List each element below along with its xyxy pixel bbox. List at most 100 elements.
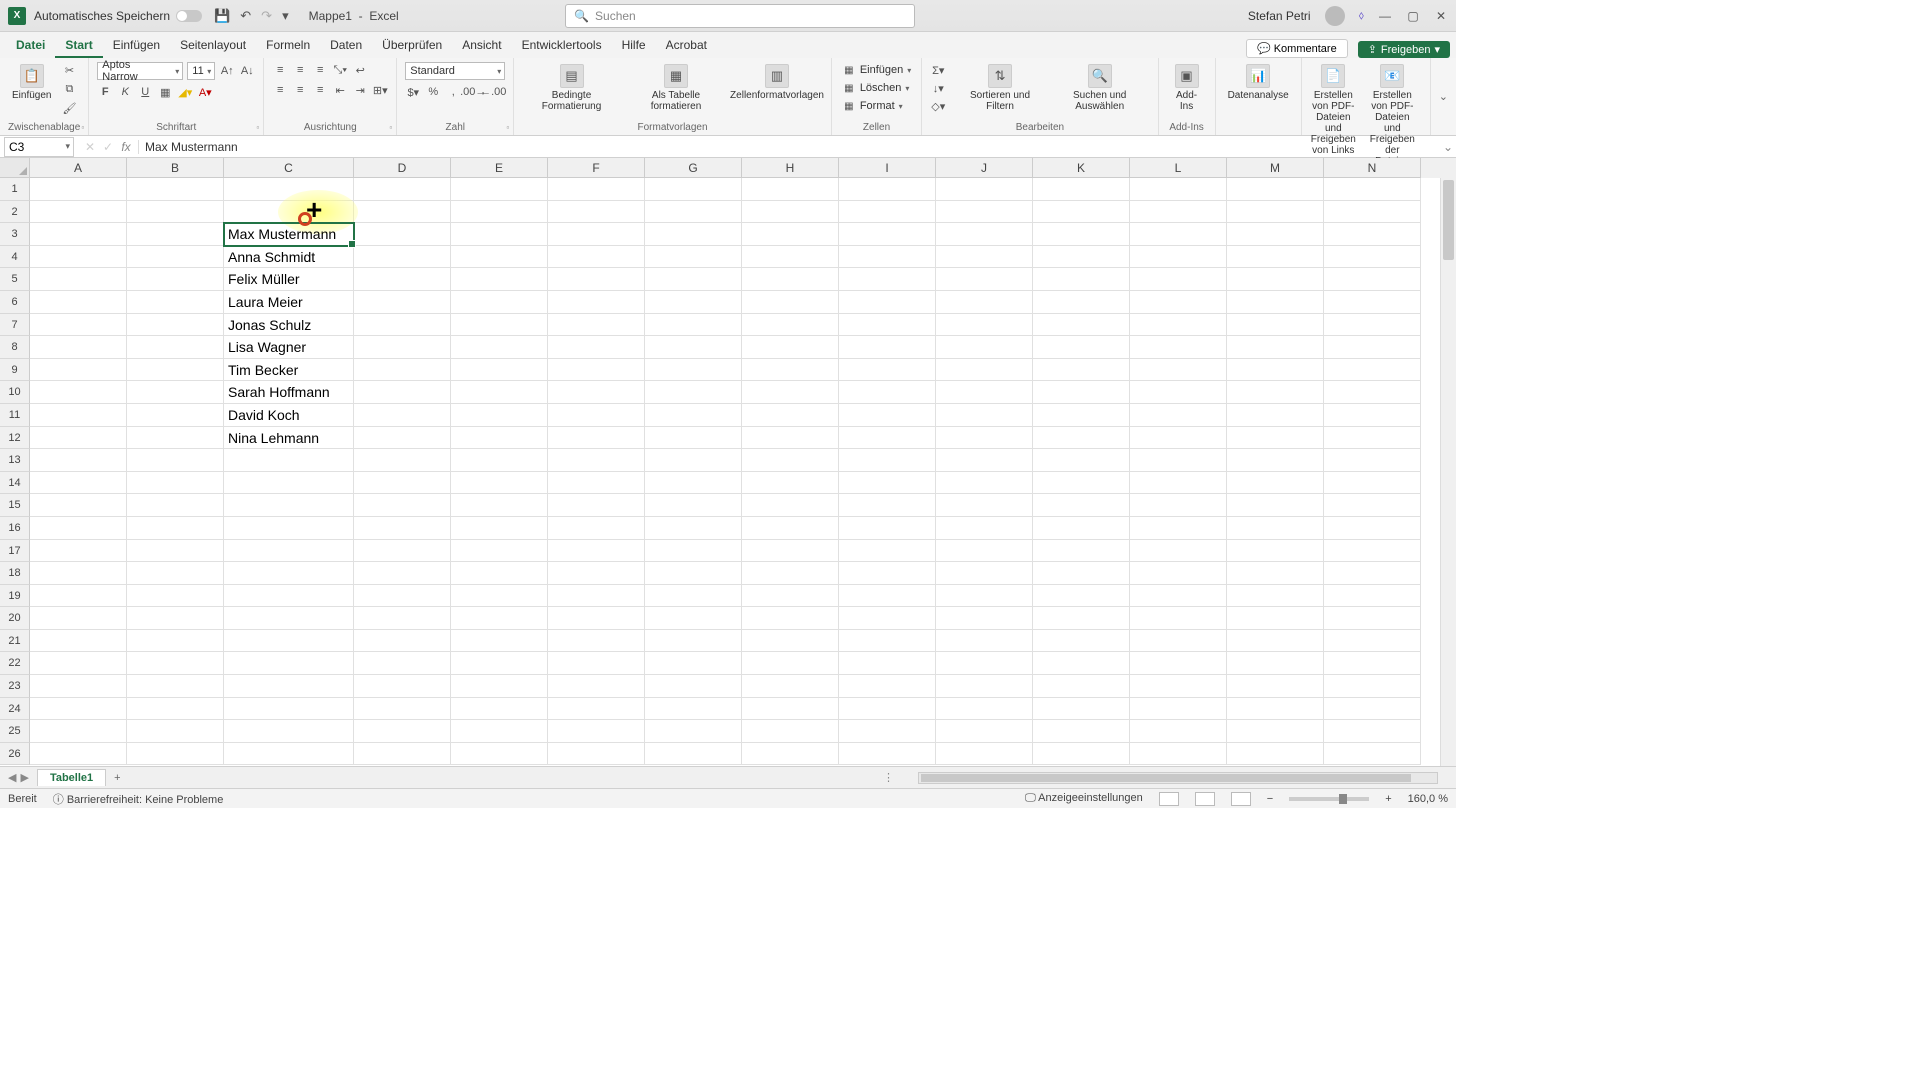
horizontal-scrollbar[interactable] [918, 772, 1438, 784]
cell-B24[interactable] [127, 698, 224, 721]
cell-J20[interactable] [936, 607, 1033, 630]
row-header-17[interactable]: 17 [0, 540, 30, 563]
cell-F6[interactable] [548, 291, 645, 314]
cell-C14[interactable] [224, 472, 354, 495]
cell-I8[interactable] [839, 336, 936, 359]
cell-H13[interactable] [742, 449, 839, 472]
cell-H4[interactable] [742, 246, 839, 269]
cell-M12[interactable] [1227, 427, 1324, 450]
cell-M18[interactable] [1227, 562, 1324, 585]
cell-E10[interactable] [451, 381, 548, 404]
increase-indent-icon[interactable]: ⇥ [352, 82, 368, 98]
minimize-button[interactable]: — [1378, 9, 1392, 23]
cell-B13[interactable] [127, 449, 224, 472]
cell-L25[interactable] [1130, 720, 1227, 743]
cell-H17[interactable] [742, 540, 839, 563]
cell-H14[interactable] [742, 472, 839, 495]
cell-N2[interactable] [1324, 201, 1421, 224]
cell-F26[interactable] [548, 743, 645, 766]
cell-F20[interactable] [548, 607, 645, 630]
cell-H12[interactable] [742, 427, 839, 450]
cell-G21[interactable] [645, 630, 742, 653]
cell-L16[interactable] [1130, 517, 1227, 540]
cell-F12[interactable] [548, 427, 645, 450]
cell-A13[interactable] [30, 449, 127, 472]
cell-C15[interactable] [224, 494, 354, 517]
cell-L18[interactable] [1130, 562, 1227, 585]
column-header-L[interactable]: L [1130, 158, 1227, 178]
cell-G5[interactable] [645, 268, 742, 291]
cell-K14[interactable] [1033, 472, 1130, 495]
cell-D8[interactable] [354, 336, 451, 359]
cell-H1[interactable] [742, 178, 839, 201]
cell-D26[interactable] [354, 743, 451, 766]
cell-G22[interactable] [645, 652, 742, 675]
cell-N26[interactable] [1324, 743, 1421, 766]
cell-B5[interactable] [127, 268, 224, 291]
cell-G4[interactable] [645, 246, 742, 269]
dialog-launcher-icon[interactable]: ▫ [389, 123, 392, 132]
cell-B15[interactable] [127, 494, 224, 517]
cell-K6[interactable] [1033, 291, 1130, 314]
undo-icon[interactable]: ↶ [240, 8, 251, 24]
cell-D6[interactable] [354, 291, 451, 314]
cell-E9[interactable] [451, 359, 548, 382]
cell-I4[interactable] [839, 246, 936, 269]
cell-A8[interactable] [30, 336, 127, 359]
cell-A6[interactable] [30, 291, 127, 314]
cell-K12[interactable] [1033, 427, 1130, 450]
cell-E4[interactable] [451, 246, 548, 269]
cell-F15[interactable] [548, 494, 645, 517]
cell-K20[interactable] [1033, 607, 1130, 630]
cell-E5[interactable] [451, 268, 548, 291]
cell-I21[interactable] [839, 630, 936, 653]
cell-K8[interactable] [1033, 336, 1130, 359]
cell-I7[interactable] [839, 314, 936, 337]
cell-N1[interactable] [1324, 178, 1421, 201]
cell-D10[interactable] [354, 381, 451, 404]
cell-J10[interactable] [936, 381, 1033, 404]
column-header-A[interactable]: A [30, 158, 127, 178]
column-header-C[interactable]: C [224, 158, 354, 178]
cell-C23[interactable] [224, 675, 354, 698]
cell-I23[interactable] [839, 675, 936, 698]
cell-D15[interactable] [354, 494, 451, 517]
cell-G7[interactable] [645, 314, 742, 337]
cell-D5[interactable] [354, 268, 451, 291]
cell-K15[interactable] [1033, 494, 1130, 517]
cell-J7[interactable] [936, 314, 1033, 337]
cell-K9[interactable] [1033, 359, 1130, 382]
cell-E21[interactable] [451, 630, 548, 653]
cell-D4[interactable] [354, 246, 451, 269]
column-header-N[interactable]: N [1324, 158, 1421, 178]
column-header-B[interactable]: B [127, 158, 224, 178]
cell-M11[interactable] [1227, 404, 1324, 427]
cell-N3[interactable] [1324, 223, 1421, 246]
cell-I13[interactable] [839, 449, 936, 472]
vertical-scrollbar[interactable] [1440, 178, 1456, 766]
column-header-K[interactable]: K [1033, 158, 1130, 178]
cell-A25[interactable] [30, 720, 127, 743]
cell-E19[interactable] [451, 585, 548, 608]
cell-H19[interactable] [742, 585, 839, 608]
cell-H15[interactable] [742, 494, 839, 517]
cell-F3[interactable] [548, 223, 645, 246]
cell-F18[interactable] [548, 562, 645, 585]
cell-N6[interactable] [1324, 291, 1421, 314]
menu-tab-hilfe[interactable]: Hilfe [612, 34, 656, 58]
cell-K10[interactable] [1033, 381, 1130, 404]
cell-B11[interactable] [127, 404, 224, 427]
cell-G2[interactable] [645, 201, 742, 224]
cell-E26[interactable] [451, 743, 548, 766]
cell-H7[interactable] [742, 314, 839, 337]
cell-J5[interactable] [936, 268, 1033, 291]
diamond-icon[interactable]: ⬨ [1359, 8, 1364, 23]
cell-K19[interactable] [1033, 585, 1130, 608]
cell-C16[interactable] [224, 517, 354, 540]
cell-B20[interactable] [127, 607, 224, 630]
cell-C18[interactable] [224, 562, 354, 585]
cell-M21[interactable] [1227, 630, 1324, 653]
cell-K5[interactable] [1033, 268, 1130, 291]
maximize-button[interactable]: ▢ [1406, 9, 1420, 23]
cell-B22[interactable] [127, 652, 224, 675]
